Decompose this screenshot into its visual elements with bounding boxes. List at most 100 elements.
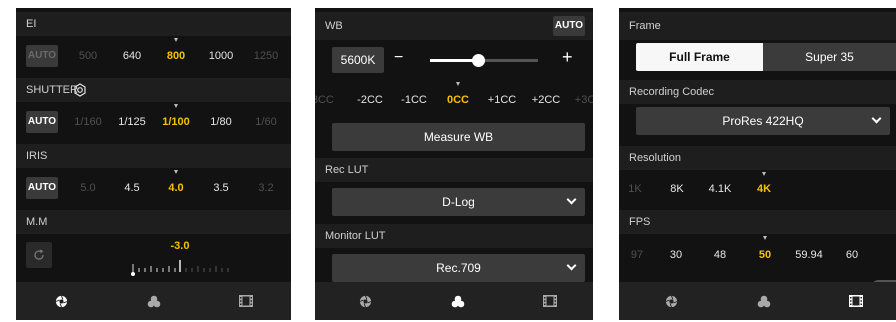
iris-auto-button[interactable]: AUTO xyxy=(26,177,58,199)
shutter-pointer-icon xyxy=(174,104,178,108)
iris-value-selected[interactable]: 4.0 xyxy=(168,182,183,194)
tab-bar xyxy=(315,282,593,320)
ei-label: EI xyxy=(26,18,37,30)
fps-label: FPS xyxy=(629,216,651,228)
aperture-icon xyxy=(359,295,371,307)
ei-pointer-icon xyxy=(174,38,178,42)
tab-bar xyxy=(619,282,896,320)
cc-value[interactable]: +1CC xyxy=(488,94,516,106)
resolution-label: Resolution xyxy=(629,152,681,164)
frame-option-super35[interactable]: Super 35 xyxy=(763,43,896,71)
tab-exposure[interactable] xyxy=(335,282,395,320)
mm-value: -3.0 xyxy=(170,240,190,252)
shutter-auto-button[interactable]: AUTO xyxy=(26,111,58,133)
shutter-value[interactable]: 1/80 xyxy=(210,116,231,128)
resolution-value[interactable]: 1K xyxy=(628,183,641,195)
fps-value[interactable]: 97 xyxy=(631,249,643,261)
frame-label: Frame xyxy=(629,20,661,32)
mm-row: -3.0 xyxy=(16,234,291,282)
resolution-pointer-icon xyxy=(762,172,766,176)
shutter-header: SHUTTER xyxy=(16,78,291,102)
tab-format[interactable] xyxy=(826,282,886,320)
rec-lut-label: Rec LUT xyxy=(325,164,369,176)
fps-value[interactable]: 60 xyxy=(846,249,858,261)
tab-format[interactable] xyxy=(520,282,580,320)
mm-reset-button[interactable] xyxy=(26,242,52,268)
kelvin-minus-button[interactable]: − xyxy=(394,49,403,67)
frame-row: Full Frame Super 35 xyxy=(619,40,896,80)
iris-value[interactable]: 3.2 xyxy=(258,182,273,194)
codec-dropdown[interactable]: ProRes 422HQ xyxy=(636,107,890,135)
resolution-value[interactable]: 4.1K xyxy=(709,183,732,195)
aperture-icon xyxy=(55,295,67,307)
monitor-lut-dropdown[interactable]: Rec.709 xyxy=(332,254,585,282)
cc-value[interactable]: -2CC xyxy=(357,94,383,106)
tab-color[interactable] xyxy=(124,282,184,320)
ei-value[interactable]: 1000 xyxy=(209,50,233,62)
cc-pointer-icon xyxy=(456,82,460,86)
color-circles-icon xyxy=(451,295,465,307)
ei-value-selected[interactable]: 800 xyxy=(167,50,185,62)
frame-option-full-frame[interactable]: Full Frame xyxy=(636,43,763,71)
fps-value[interactable]: 59.94 xyxy=(795,249,823,261)
color-circles-icon xyxy=(147,295,161,307)
tab-color[interactable] xyxy=(734,282,794,320)
tab-format[interactable] xyxy=(216,282,276,320)
ei-row: AUTO 500 640 800 1000 1250 xyxy=(16,36,291,76)
resolution-row: 1K 8K 4.1K 4K xyxy=(619,170,896,208)
fps-value[interactable]: 48 xyxy=(714,249,726,261)
shutter-value[interactable]: 1/60 xyxy=(255,116,276,128)
exposure-panel: EI AUTO 500 640 800 1000 1250 SHUTTER AU… xyxy=(16,8,291,320)
kelvin-slider[interactable] xyxy=(430,54,538,67)
kelvin-value-box[interactable]: 5600K xyxy=(332,47,384,73)
chevron-down-icon xyxy=(566,260,577,271)
ei-value[interactable]: 500 xyxy=(79,50,97,62)
wb-kelvin-row: 5600K − + xyxy=(315,40,593,80)
iris-label: IRIS xyxy=(26,150,48,162)
resolution-value-selected[interactable]: 4K xyxy=(757,183,771,195)
kelvin-slider-thumb[interactable] xyxy=(472,54,485,67)
iris-value[interactable]: 4.5 xyxy=(124,182,139,194)
codec-value: ProRes 422HQ xyxy=(722,114,804,128)
cc-value[interactable]: -1CC xyxy=(401,94,427,106)
resolution-value[interactable]: 8K xyxy=(670,183,683,195)
cc-value[interactable]: +2CC xyxy=(532,94,560,106)
ei-value[interactable]: 1250 xyxy=(254,50,278,62)
cc-value[interactable]: +3CC xyxy=(575,94,593,106)
iris-header: IRIS xyxy=(16,144,291,168)
rec-lut-value: D-Log xyxy=(442,195,475,209)
reset-icon xyxy=(34,249,44,260)
cc-row: -3CC -2CC -1CC 0CC +1CC +2CC +3CC xyxy=(315,80,593,120)
tab-exposure[interactable] xyxy=(641,282,701,320)
tab-color[interactable] xyxy=(428,282,488,320)
shutter-value[interactable]: 1/160 xyxy=(74,116,102,128)
kelvin-plus-button[interactable]: + xyxy=(562,47,573,68)
chevron-down-icon xyxy=(871,113,882,124)
cc-value[interactable]: -3CC xyxy=(315,94,334,106)
fps-row: 97 30 48 50 59.94 60 xyxy=(619,234,896,278)
rec-lut-dropdown[interactable]: D-Log xyxy=(332,188,585,216)
ei-header: EI xyxy=(16,12,291,36)
shutter-value-selected[interactable]: 1/100 xyxy=(162,116,190,128)
kelvin-slider-track xyxy=(479,59,538,62)
measure-wb-button[interactable]: Measure WB xyxy=(332,123,585,151)
fps-value[interactable]: 30 xyxy=(670,249,682,261)
iris-value[interactable]: 5.0 xyxy=(80,182,95,194)
ei-auto-button[interactable]: AUTO xyxy=(26,45,58,67)
shutter-settings-icon[interactable] xyxy=(73,83,87,97)
wb-auto-button[interactable]: AUTO xyxy=(553,16,585,36)
color-circles-icon xyxy=(757,295,771,307)
aperture-icon xyxy=(665,295,677,307)
color-panel: WB AUTO 5600K − + -3CC -2CC -1CC 0CC +1C… xyxy=(315,8,593,320)
tab-exposure[interactable] xyxy=(31,282,91,320)
iris-pointer-icon xyxy=(174,170,178,174)
cc-value-selected[interactable]: 0CC xyxy=(447,94,469,106)
shutter-value[interactable]: 1/125 xyxy=(118,116,146,128)
mm-scale-slider[interactable] xyxy=(128,254,238,278)
ei-value[interactable]: 640 xyxy=(123,50,141,62)
fps-value-selected[interactable]: 50 xyxy=(759,249,771,261)
mm-label: M.M xyxy=(26,216,48,228)
iris-value[interactable]: 3.5 xyxy=(213,182,228,194)
codec-header: Recording Codec xyxy=(619,80,896,104)
tab-bar xyxy=(16,282,291,320)
